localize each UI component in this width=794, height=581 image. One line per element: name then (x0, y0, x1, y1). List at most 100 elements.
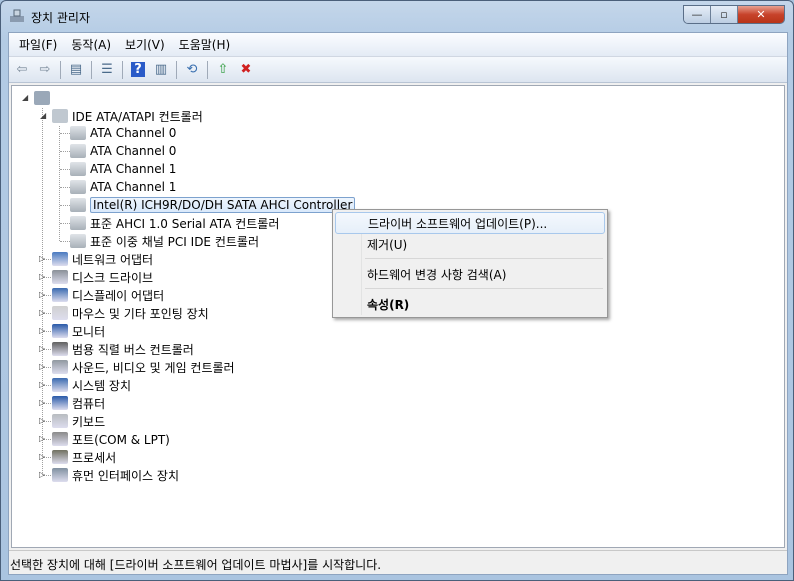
tree-item-device[interactable]: ATA Channel 1 (70, 160, 176, 178)
tree-item-label: IDE ATA/ATAPI 컨트롤러 (72, 109, 203, 124)
maximize-button[interactable]: ▫ (711, 6, 738, 23)
expander-icon[interactable]: ◢ (22, 93, 28, 102)
tree-item-label: 포트(COM & LPT) (72, 432, 170, 447)
window-title: 장치 관리자 (31, 11, 91, 25)
tree-category[interactable]: 디스크 드라이브 (52, 268, 153, 286)
context-menu-item[interactable]: 드라이버 소프트웨어 업데이트(P)... (335, 212, 605, 234)
tree-item-device-icon (70, 180, 86, 194)
tree-item-label: 프로세서 (72, 450, 117, 465)
show-hide-console-tree-button[interactable]: ▤ (66, 60, 86, 80)
tree-item-label: 디스플레이 어댑터 (72, 288, 165, 303)
help-button[interactable]: ? (128, 60, 148, 80)
properties-button[interactable]: ☰ (97, 60, 117, 80)
expander-icon[interactable]: ▷ (39, 272, 45, 281)
tree-category[interactable]: 마우스 및 기타 포인팅 장치 (52, 304, 209, 322)
tree-item-label: 표준 AHCI 1.0 Serial ATA 컨트롤러 (90, 216, 280, 231)
tree-category-icon (52, 324, 68, 338)
context-menu-item[interactable]: 제거(U) (335, 233, 605, 255)
tree-connector (60, 169, 70, 170)
tree-item-ide-controllers-icon (52, 109, 68, 123)
tree-item-device[interactable]: Intel(R) ICH9R/DO/DH SATA AHCI Controlle… (70, 196, 356, 214)
status-bar: 선택한 장치에 대해 [드라이버 소프트웨어 업데이트 마법사]를 시작합니다. (9, 550, 787, 572)
tree-connector (60, 205, 70, 206)
tree-item-device-icon (70, 216, 86, 230)
tree-category-icon (52, 468, 68, 482)
tree-category-icon (52, 360, 68, 374)
tree-category[interactable]: 디스플레이 어댑터 (52, 286, 164, 304)
expander-icon[interactable]: ▷ (39, 290, 45, 299)
tree-item-device[interactable]: 표준 이중 채널 PCI IDE 컨트롤러 (70, 232, 259, 250)
tree-item-device[interactable]: ATA Channel 0 (70, 124, 176, 142)
expander-icon[interactable]: ◢ (40, 111, 46, 120)
back-button[interactable]: ⇦ (12, 60, 32, 80)
update-driver-icon: ⇧ (217, 62, 229, 77)
tree-root-computer[interactable] (34, 89, 54, 107)
tree-item-label: ATA Channel 1 (90, 180, 177, 194)
tree-connector (60, 241, 70, 242)
tree-category[interactable]: 컴퓨터 (52, 394, 105, 412)
tree-category-icon (52, 414, 68, 428)
tree-category[interactable]: 범용 직렬 버스 컨트롤러 (52, 340, 194, 358)
tree-category-icon (52, 378, 68, 392)
tree-item-label: 키보드 (72, 414, 106, 429)
expander-icon[interactable]: ▷ (39, 380, 45, 389)
tree-category[interactable]: 키보드 (52, 412, 105, 430)
context-menu-item[interactable]: 속성(R) (335, 293, 605, 315)
tree-item-device[interactable]: ATA Channel 1 (70, 178, 176, 196)
show-action-pane-button[interactable]: ▥ (151, 60, 171, 80)
tree-item-device-icon (70, 144, 86, 158)
close-button[interactable]: ✕ (738, 6, 784, 23)
tree-category[interactable]: 모니터 (52, 322, 105, 340)
expander-icon[interactable]: ▷ (39, 344, 45, 353)
menu-separator (365, 258, 603, 259)
menu-item[interactable]: 보기(V) (118, 36, 172, 53)
device-manager-icon (10, 9, 24, 22)
expander-icon[interactable]: ▷ (39, 362, 45, 371)
tree-item-device[interactable]: 표준 AHCI 1.0 Serial ATA 컨트롤러 (70, 214, 279, 232)
expander-icon[interactable]: ▷ (39, 434, 45, 443)
tree-category[interactable]: 휴먼 인터페이스 장치 (52, 466, 179, 484)
tree-item-device-icon (70, 234, 86, 248)
expander-icon[interactable]: ▷ (39, 398, 45, 407)
update-driver-button[interactable]: ⇧ (213, 60, 233, 80)
expander-icon[interactable]: ▷ (39, 416, 45, 425)
forward-button[interactable]: ⇨ (35, 60, 55, 80)
menu-item[interactable]: 도움말(H) (172, 36, 238, 53)
tree-category-icon (52, 342, 68, 356)
expander-icon[interactable]: ▷ (39, 326, 45, 335)
expander-icon[interactable]: ▷ (39, 470, 45, 479)
uninstall-button[interactable]: ✖ (236, 60, 256, 80)
toolbar: ⇦ ⇨ ▤ ☰? ▥ ⟲ ⇧ ✖ (9, 57, 787, 83)
tree-connector (60, 133, 70, 134)
tree-category[interactable]: 포트(COM & LPT) (52, 430, 170, 448)
tree-item-label: 네트워크 어댑터 (72, 252, 154, 267)
menu-item[interactable]: 파일(F) (12, 36, 64, 53)
tree-item-label: 표준 이중 채널 PCI IDE 컨트롤러 (90, 234, 259, 249)
tree-item-label: ATA Channel 0 (90, 126, 177, 140)
expander-icon[interactable]: ▷ (39, 452, 45, 461)
tree-category-icon (52, 306, 68, 320)
tree-item-label: 모니터 (72, 324, 106, 339)
tree-item-device[interactable]: ATA Channel 0 (70, 142, 176, 160)
tree-category-icon (52, 252, 68, 266)
tree-item-label: 시스템 장치 (72, 378, 132, 393)
tree-connector (60, 223, 70, 224)
properties-icon: ☰ (101, 62, 113, 77)
toolbar-separator (91, 60, 92, 79)
menu-bar: 파일(F) 동작(A) 보기(V) 도움말(H) (9, 33, 787, 57)
tree-category[interactable]: 사운드, 비디오 및 게임 컨트롤러 (52, 358, 235, 376)
expander-icon[interactable]: ▷ (39, 254, 45, 263)
scan-hardware-button[interactable]: ⟲ (182, 60, 202, 80)
minimize-button[interactable]: — (684, 6, 711, 23)
menu-item[interactable]: 동작(A) (64, 36, 118, 53)
scan-hardware-icon: ⟲ (186, 62, 198, 77)
tree-item-ide-controllers[interactable]: IDE ATA/ATAPI 컨트롤러 (52, 107, 203, 125)
tree-category-icon (52, 396, 68, 410)
tree-category[interactable]: 네트워크 어댑터 (52, 250, 153, 268)
tree-item-label: ATA Channel 1 (90, 162, 177, 176)
tree-category[interactable]: 시스템 장치 (52, 376, 131, 394)
tree-category[interactable]: 프로세서 (52, 448, 116, 466)
tree-item-device-icon (70, 198, 86, 212)
context-menu-item[interactable]: 하드웨어 변경 사항 검색(A) (335, 263, 605, 285)
expander-icon[interactable]: ▷ (39, 308, 45, 317)
